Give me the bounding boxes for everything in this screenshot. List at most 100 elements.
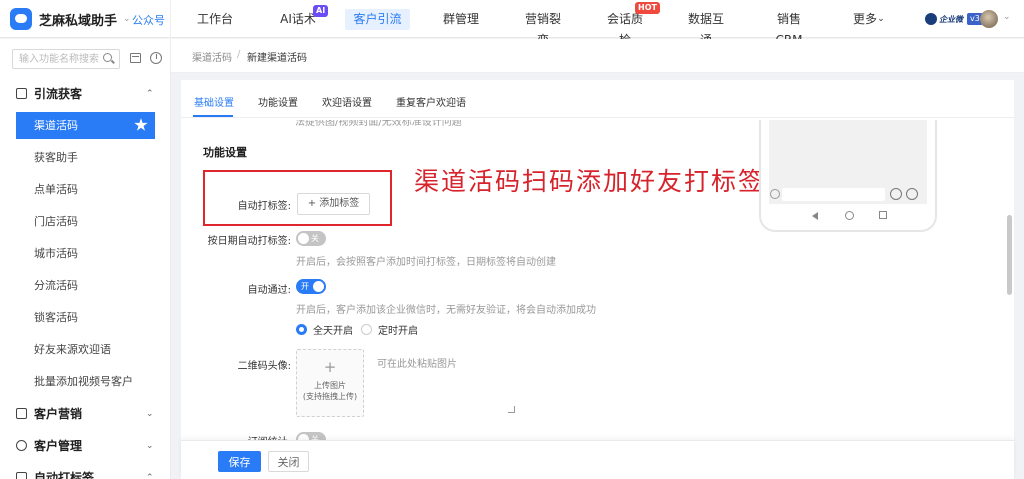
sidebar-item-order-code[interactable]: 点单活码 <box>16 176 155 203</box>
ai-badge: AI <box>313 5 329 17</box>
qr-avatar-label: 二维码头像: <box>237 361 291 372</box>
sidebar-item-store-code[interactable]: 门店活码 <box>16 208 155 235</box>
form-footer: 保存 关闭 <box>181 440 1014 479</box>
breadcrumb-parent-link[interactable]: 渠道活码 <box>192 49 232 64</box>
brand-chevron-down-icon[interactable]: ⌄ <box>123 14 131 24</box>
breadcrumb: 渠道活码 / 新建渠道活码 <box>171 39 1024 73</box>
breadcrumb-separator: / <box>237 49 241 60</box>
group-title-label: 客户营销 <box>34 407 83 421</box>
radio-scheduled[interactable]: 定时开启 <box>361 322 418 337</box>
nav-marketing-fission[interactable]: 营销裂变 <box>520 9 566 47</box>
group-title-label: 引流获客 <box>34 87 83 101</box>
radio-label: 全天开启 <box>313 326 353 337</box>
sidebar-item-acquisition-assistant[interactable]: 获客助手 <box>16 144 155 171</box>
nav-ai-script[interactable]: AI话术 <box>279 9 317 30</box>
image-upload-dropzone[interactable]: + 上传图片 (支持拖拽上传) <box>296 349 364 417</box>
resize-grip-icon[interactable] <box>508 406 515 413</box>
sidebar-group-marketing[interactable]: 客户营销 ⌄ <box>0 402 170 426</box>
enterprise-wechat-icon <box>925 13 937 25</box>
phone-chat-input <box>782 188 885 201</box>
switch-knob <box>313 281 324 292</box>
switch-state-text: 关 <box>311 234 319 243</box>
tab-function-settings[interactable]: 功能设置 <box>258 94 298 109</box>
nav-group-management[interactable]: 群管理 <box>442 9 480 30</box>
brand-logo-icon <box>10 8 32 30</box>
sidebar-item-label: 批量添加视频号客户 <box>34 375 133 388</box>
sidebar-item-label: 好友来源欢迎语 <box>34 343 111 356</box>
layout-toggle-icon[interactable] <box>130 53 141 63</box>
sidebar-group-acquisition[interactable]: 引流获客 ⌃ <box>0 82 170 106</box>
favorite-star-icon[interactable] <box>134 118 148 131</box>
top-navigation-bar: 芝麻私域助手 ⌄ 公众号 工作台 AI话术 AI 客户引流 群管理 营销裂变 会… <box>0 0 1024 47</box>
tag-icon <box>16 472 27 479</box>
sidebar-item-channel-code[interactable]: 渠道活码 <box>16 112 155 139</box>
date-tag-switch[interactable]: 关 <box>296 231 326 246</box>
radio-all-day[interactable]: 全天开启 <box>296 322 353 337</box>
brand[interactable]: 芝麻私域助手 ⌄ <box>10 7 131 31</box>
paste-hint: 可在此处粘贴图片 <box>377 359 457 370</box>
save-button[interactable]: 保存 <box>218 451 261 472</box>
sidebar-group-auto-tagging[interactable]: 自动打标签 ⌃ <box>0 466 170 479</box>
nav-more[interactable]: 更多 <box>852 9 878 30</box>
tab-repeat-customer-welcome[interactable]: 重复客户欢迎语 <box>396 94 466 109</box>
group-title-label: 自动打标签 <box>34 471 95 479</box>
date-tag-help: 开启后，会按照客户添加时间打标签，日期标签将自动创建 <box>296 257 556 268</box>
settings-tabs: 基础设置 功能设置 欢迎语设置 重复客户欢迎语 <box>181 80 1014 118</box>
upload-text-line1: 上传图片 <box>314 381 346 390</box>
sidebar-item-label: 门店活码 <box>34 215 78 228</box>
sidebar-item-label: 锁客活码 <box>34 311 78 324</box>
switch-state-text: 开 <box>301 282 309 291</box>
brand-name: 芝麻私域助手 <box>39 13 118 29</box>
tab-basic-settings[interactable]: 基础设置 <box>194 94 234 109</box>
annotation-text: 渠道活码扫码添加好友打标签 <box>414 167 766 196</box>
emoji-icon <box>890 188 902 200</box>
group-title-label: 客户管理 <box>34 439 83 453</box>
tab-welcome-settings[interactable]: 欢迎语设置 <box>322 94 372 109</box>
user-plus-icon <box>16 88 27 99</box>
sidebar-group-customer-management[interactable]: 客户管理 ⌄ <box>0 434 170 458</box>
date-tag-label: 按日期自动打标签: <box>207 236 291 247</box>
phone-recent-apps-icon <box>879 211 887 219</box>
content-scrollbar[interactable] <box>1007 120 1012 479</box>
breadcrumb-current: 新建渠道活码 <box>247 53 307 64</box>
section-title-function-settings: 功能设置 <box>203 146 247 159</box>
user-menu-chevron-down-icon[interactable]: ⌄ <box>1003 12 1011 22</box>
upload-plus-icon: + <box>323 358 337 376</box>
sidebar-item-batch-video-customers[interactable]: 批量添加视频号客户 <box>16 368 155 395</box>
close-button[interactable]: 关闭 <box>268 451 309 472</box>
sidebar-item-label: 点单活码 <box>34 183 78 196</box>
sidebar-item-city-code[interactable]: 城市活码 <box>16 240 155 267</box>
sidebar-item-lock-code[interactable]: 锁客活码 <box>16 304 155 331</box>
auto-pass-help: 开启后，客户添加该企业微信时，无需好友验证，将会自动添加成功 <box>296 305 596 316</box>
plus-circle-icon <box>906 188 918 200</box>
sidebar-item-label: 渠道活码 <box>34 119 78 132</box>
scrolled-hint-text: 法提供图/视频封面/无效标准设计问题 <box>295 120 462 128</box>
nav-data-interop[interactable]: 数据互通 <box>683 9 729 47</box>
topbar-divider <box>170 0 171 38</box>
enterprise-label: 企业微 <box>939 14 963 24</box>
sidebar-item-label: 获客助手 <box>34 151 78 164</box>
history-clock-icon[interactable] <box>150 52 162 64</box>
chevron-down-icon: ⌄ <box>146 409 154 419</box>
account-type-link[interactable]: 公众号 <box>132 12 165 28</box>
enterprise-wechat-badge[interactable]: 企业微 v3 <box>925 11 983 27</box>
radio-unchecked-icon <box>361 324 372 335</box>
search-icon[interactable] <box>103 53 112 62</box>
active-tab-indicator <box>193 115 233 117</box>
auto-pass-switch[interactable]: 开 <box>296 279 326 294</box>
nav-workbench[interactable]: 工作台 <box>196 9 234 30</box>
nav-customer-acquisition[interactable]: 客户引流 <box>345 9 410 30</box>
sidebar-item-split-code[interactable]: 分流活码 <box>16 272 155 299</box>
nav-more-chevron-down-icon[interactable]: ⌄ <box>877 9 885 30</box>
phone-home-icon <box>845 211 854 220</box>
voice-icon <box>770 189 780 199</box>
upload-text-line2: (支持拖拽上传) <box>302 392 358 401</box>
chevron-up-icon: ⌃ <box>146 473 154 479</box>
user-avatar[interactable] <box>980 10 998 28</box>
scrollbar-thumb[interactable] <box>1007 215 1012 295</box>
paste-image-area[interactable]: 可在此处粘贴图片 <box>377 355 517 413</box>
nav-sales-crm[interactable]: 销售CRM <box>765 9 813 47</box>
hot-badge: HOT <box>635 2 660 14</box>
phone-preview <box>759 120 937 232</box>
sidebar-item-source-welcome[interactable]: 好友来源欢迎语 <box>16 336 155 363</box>
